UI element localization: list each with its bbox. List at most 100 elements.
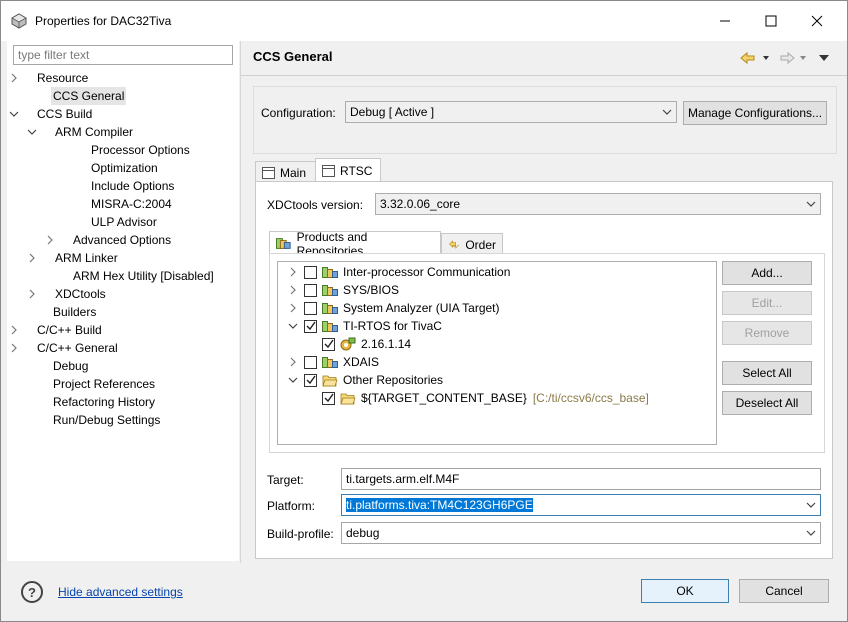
repository-checkbox[interactable] [304,301,317,315]
properties-dialog: Properties for DAC32Tiva Resource CCS Gen… [0,0,848,622]
tree-item[interactable]: Project References [7,375,237,393]
deselect-all-button[interactable]: Deselect All [722,391,812,415]
repository-item[interactable]: System Analyzer (UIA Target) [288,299,500,317]
repository-checkbox[interactable] [304,355,317,369]
chevron-down-icon [662,109,672,115]
repository-checkbox[interactable] [322,391,335,405]
repository-checkbox[interactable] [304,283,317,297]
close-icon [811,15,823,27]
platform-combo[interactable]: ti.platforms.tiva:TM4C123GH6PGE [341,494,821,516]
tree-item[interactable]: Optimization [7,159,237,177]
target-input[interactable]: ti.targets.arm.elf.M4F [341,468,821,490]
chevron-right-icon[interactable] [45,235,55,245]
manage-configurations-button[interactable]: Manage Configurations... [683,101,827,125]
xdctools-version-select[interactable]: 3.32.0.06_core [375,193,821,215]
chevron-down-icon [806,201,816,207]
tree-item[interactable]: Debug [7,357,237,375]
chevron-right-icon[interactable] [9,73,19,83]
repository-item[interactable]: XDAIS [288,353,379,371]
chevron-right-icon[interactable] [9,325,19,335]
window-title: Properties for DAC32Tiva [35,14,172,28]
chevron-down-icon[interactable] [27,127,37,137]
tree-item[interactable]: Advanced Options [7,231,237,249]
add-button[interactable]: Add... [722,261,812,285]
repository-item[interactable]: ${TARGET_CONTENT_BASE} [C:/ti/ccsv6/ccs_b… [322,389,649,407]
tree-item-label: CCS Build [37,107,93,121]
help-icon[interactable]: ? [21,581,43,603]
repository-item[interactable]: Other Repositories [288,371,443,389]
tree-item[interactable]: Include Options [7,177,237,195]
close-button[interactable] [797,7,837,35]
chevron-right-icon[interactable] [288,285,298,295]
repository-checkbox[interactable] [304,265,317,279]
repository-item[interactable]: Inter-processor Communication [288,263,510,281]
remove-button[interactable]: Remove [722,321,812,345]
repository-item[interactable]: SYS/BIOS [288,281,399,299]
tree-item[interactable]: Refactoring History [7,393,237,411]
tree-item[interactable]: CCS General [7,87,237,105]
tree-item[interactable]: C/C++ Build [7,321,237,339]
category-tree-pane: Resource CCS General CCS Build ARM Compiler… [7,41,239,561]
target-value: ti.targets.arm.elf.M4F [346,472,460,486]
tree-item[interactable]: MISRA-C:2004 [7,195,237,213]
xdctools-version-value: 3.32.0.06_core [380,197,461,211]
tree-item[interactable]: ARM Hex Utility [Disabled] [7,267,237,285]
cancel-button[interactable]: Cancel [739,579,829,603]
tab-rtsc[interactable]: RTSC [315,158,381,182]
repository-item[interactable]: TI-RTOS for TivaC [288,317,442,335]
tab-main[interactable]: Main [255,161,316,183]
repository-item[interactable]: 2.16.1.14 [322,335,411,353]
repository-checkbox[interactable] [304,319,317,333]
product-icon [322,285,338,296]
tree-item[interactable]: C/C++ General [7,339,237,357]
build-profile-combo[interactable]: debug [341,522,821,544]
tree-item[interactable]: ULP Advisor [7,213,237,231]
filter-input[interactable] [13,45,233,65]
chevron-down-icon[interactable] [806,501,816,509]
maximize-button[interactable] [751,7,791,35]
forward-arrow-icon[interactable] [780,51,806,65]
tree-item-label: Debug [53,359,89,373]
xdctools-version-label: XDCtools version: [267,198,364,212]
back-arrow-icon[interactable] [740,51,769,65]
repository-checkbox[interactable] [322,337,335,351]
minimize-button[interactable] [705,7,745,35]
repository-label: Other Repositories [343,373,444,387]
hide-advanced-settings-link[interactable]: Hide advanced settings [58,585,183,599]
ok-button[interactable]: OK [641,579,729,603]
select-all-button[interactable]: Select All [722,361,812,385]
tree-item[interactable]: Builders [7,303,237,321]
tree-item[interactable]: Processor Options [7,141,237,159]
tree-item[interactable]: ARM Linker [7,249,237,267]
chevron-right-icon[interactable] [27,289,37,299]
checkmark-icon [306,375,316,385]
tree-item-label: Optimization [91,161,158,175]
chevron-right-icon[interactable] [27,253,37,263]
product-icon [322,357,338,368]
tree-item[interactable]: ARM Compiler [7,123,237,141]
view-menu-icon[interactable] [819,55,829,61]
build-profile-label: Build-profile: [267,527,334,541]
build-profile-value: debug [346,526,380,540]
chevron-down-icon[interactable] [288,321,298,331]
chevron-right-icon[interactable] [288,357,298,367]
repository-path: [C:/ti/ccsv6/ccs_base] [532,391,649,405]
target-label: Target: [267,473,304,487]
chevron-down-icon[interactable] [9,109,19,119]
tab-products-repositories[interactable]: Products and Repositories [269,230,441,258]
repository-label: XDAIS [343,355,380,369]
tree-item[interactable]: XDCtools [7,285,237,303]
product-icon [322,267,338,278]
tab-order[interactable]: Order [441,233,503,255]
chevron-right-icon[interactable] [288,267,298,277]
configuration-select[interactable]: Debug [ Active ] [345,101,677,123]
repository-checkbox[interactable] [304,373,317,387]
tree-item[interactable]: Run/Debug Settings [7,411,237,429]
chevron-down-icon[interactable] [288,375,298,385]
chevron-right-icon[interactable] [9,343,19,353]
tree-item[interactable]: Resource [7,69,237,87]
repository-label: SYS/BIOS [343,283,400,297]
tree-item[interactable]: CCS Build [7,105,237,123]
edit-button[interactable]: Edit... [722,291,812,315]
chevron-right-icon[interactable] [288,303,298,313]
